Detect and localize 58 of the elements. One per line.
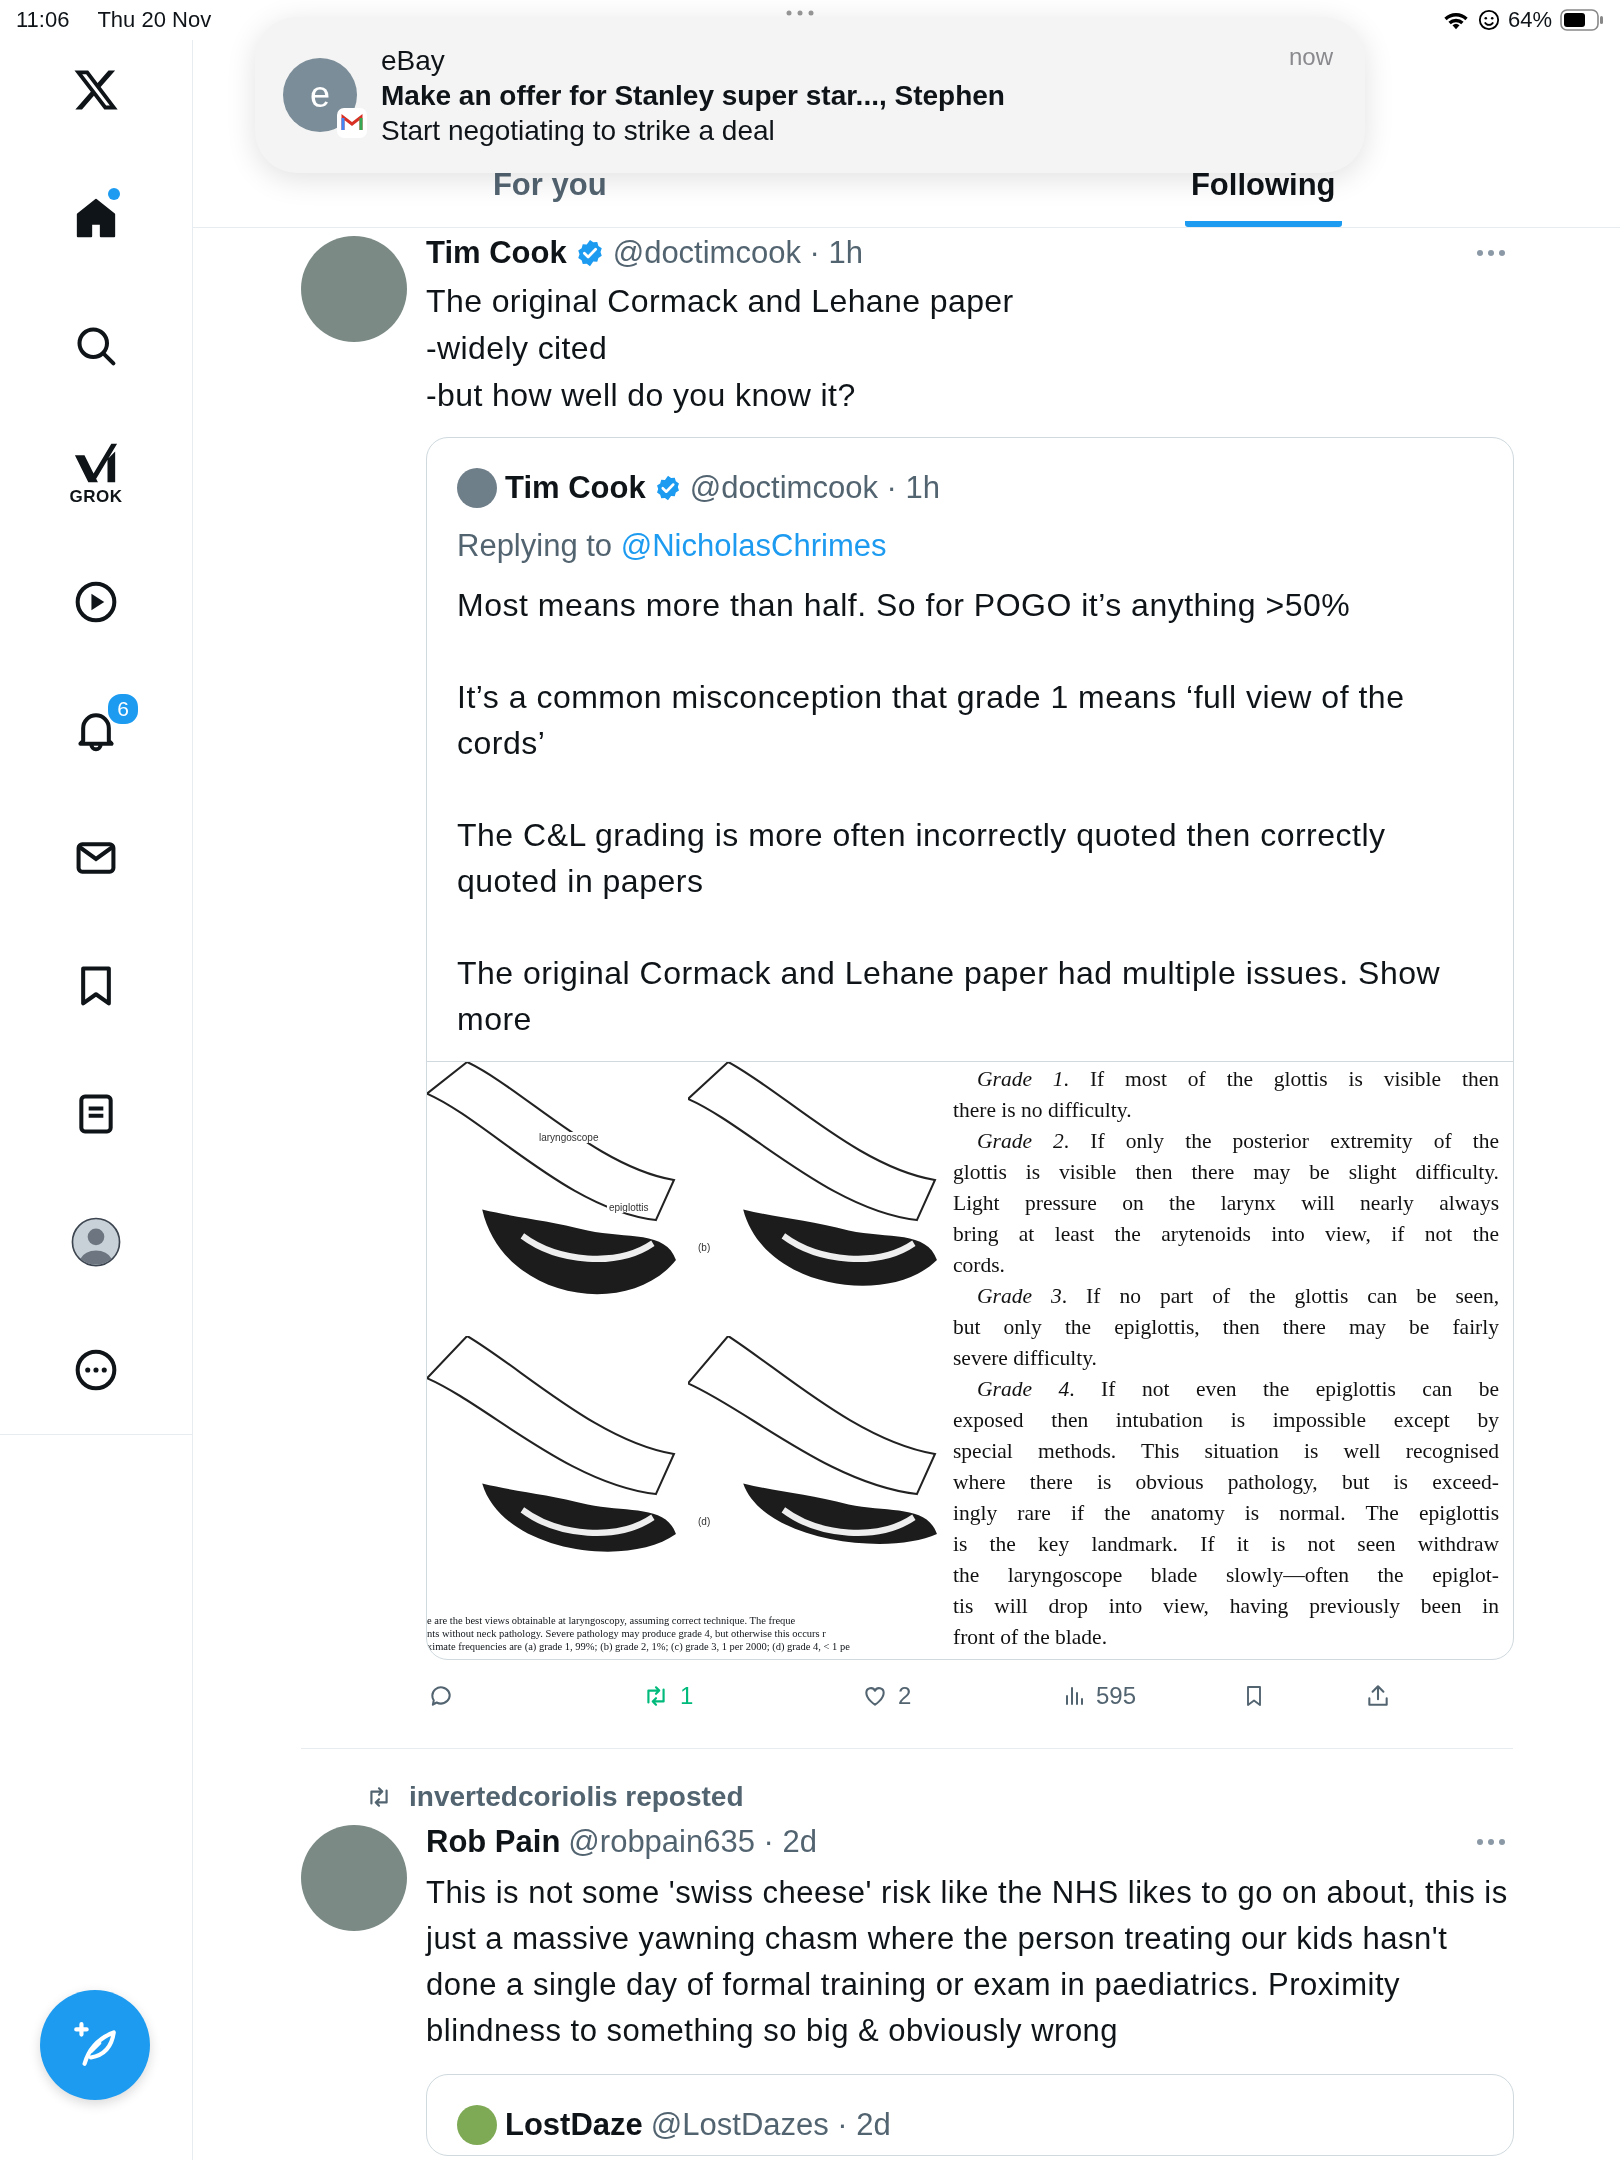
more-options-icon[interactable]: [1476, 249, 1506, 257]
notification-toast[interactable]: e eBay Make an offer for Stanley super star..., Stephen Start negotiating to strike a deal now: [255, 17, 1365, 173]
grok-icon[interactable]: [73, 441, 119, 485]
notification-count: 6: [106, 692, 140, 726]
status-time: 11:06: [16, 7, 70, 33]
author-handle: @doctimcook · 1h: [689, 470, 940, 506]
tweet-text: -widely cited: [426, 329, 609, 368]
grok-label[interactable]: GROK: [69, 487, 123, 507]
document-paragraph: Grade 4. If not even the epiglottis can be exposed then intubation is impossible except by special methods. This situation is well recognised where there is obvious pathology, but is exceed- ingly rare if the anatomy is normal. The epiglottis is the key landmark. If it is not seen withdraw the laryngoscope blade slowly—often the epiglot- tis will drop into view, having previously been in front of the blade.: [953, 1376, 1499, 1651]
quote-text: The original Cormack and Lehane paper had multiple issues. Show more: [457, 954, 1442, 1039]
document-paragraph: Grade 1. If most of the glottis is visible then there is no difficulty.: [953, 1066, 1499, 1124]
tweet-text: -but how well do you know it?: [426, 376, 857, 415]
notification-time: now: [1288, 43, 1333, 71]
share-button[interactable]: [1365, 1683, 1391, 1709]
multitasking-dots-icon[interactable]: [785, 10, 815, 16]
notification-body: Start negotiating to strike a deal: [381, 113, 776, 148]
quote-text: It’s a common misconception that grade 1 means ‘full view of the cords’: [457, 678, 1406, 763]
quote-text: Most means more than half. So for POGO it’s anything >50%: [457, 586, 1352, 625]
profile-avatar-icon[interactable]: [71, 1217, 121, 1267]
status-date: Thu 20 Nov: [97, 7, 212, 33]
search-icon[interactable]: [74, 324, 118, 368]
author-handle: @doctimcook · 1h: [612, 235, 863, 271]
quoted-post-card[interactable]: LostDaze @LostDazes · 2d: [426, 2074, 1514, 2156]
views-button[interactable]: 595: [1062, 1682, 1242, 1710]
more-icon[interactable]: [74, 1348, 118, 1392]
author-name[interactable]: Tim Cook: [426, 235, 567, 271]
share-icon: [1365, 1683, 1391, 1709]
document-paragraph: Grade 2. If only the posterior extremity of the glottis is visible then there may be slight difficulty. Light pressure on the larynx will nearly always bring at least the arytenoids into view, if not the cords.: [953, 1128, 1499, 1279]
quoted-post-card[interactable]: [426, 437, 1514, 1660]
avatar-photo: [457, 2105, 497, 2145]
author-handle: @LostDazes · 2d: [650, 2107, 891, 2143]
tweet-text: The original Cormack and Lehane paper: [426, 282, 1015, 321]
figure-label: (b): [696, 1242, 713, 1253]
avatar-photo: [457, 468, 497, 508]
replying-to-text: Replying to @NicholasChrimes: [457, 527, 888, 565]
notification-title: Make an offer for Stanley super star..., Stephen: [381, 78, 1006, 113]
author-name[interactable]: Tim Cook: [505, 470, 646, 506]
play-icon[interactable]: [74, 580, 118, 624]
battery-icon: [1560, 9, 1604, 31]
document-paragraph: Grade 3. If no part of the glottis can be seen, but only the epiglottis, then there may be fairly severe difficulty.: [953, 1283, 1499, 1372]
more-options-icon[interactable]: [1476, 1838, 1506, 1846]
new-posts-dot: [108, 188, 120, 200]
mail-app-icon: [337, 108, 367, 138]
figure-label: epiglottis: [607, 1202, 651, 1213]
repost-label[interactable]: invertedcoriolis reposted: [409, 1781, 744, 1813]
quote-text: The C&L grading is more often incorrectly quoted then correctly quoted in papers: [457, 816, 1387, 901]
author-handle: @robpain635 · 2d: [568, 1824, 817, 1860]
smiley-icon: [1477, 9, 1500, 31]
notification-app: eBay: [381, 43, 446, 78]
figure-label: laryngoscope: [537, 1132, 601, 1143]
battery-percentage: 64%: [1507, 7, 1552, 33]
author-name[interactable]: Rob Pain: [426, 1824, 561, 1860]
author-name[interactable]: LostDaze: [505, 2107, 643, 2143]
figure-caption: e are the best views obtainable at laryngoscopy, assuming correct technique. The freque nts without neck pathology. Severe pathology may produce grade 4, but otherwise this occurs r ximate frequencies are (a) grade 1, 99%; (b) grade 2, 1%; (c) grade 3, 1 per 2000; (d) grade 4, < 1 pe: [427, 1614, 851, 1654]
figure-label: (d): [696, 1516, 713, 1527]
tweet-text: This is not some 'swiss cheese' risk like the NHS likes to go on about, this is just a massive yawning chasm where the person treating our kids hasn't done a single day of formal training or exam in paediatrics. Proximity blindness to something so big & obviously wrong: [426, 1874, 1509, 2050]
like-button[interactable]: 2: [862, 1682, 1062, 1710]
reply-icon: [428, 1683, 454, 1709]
